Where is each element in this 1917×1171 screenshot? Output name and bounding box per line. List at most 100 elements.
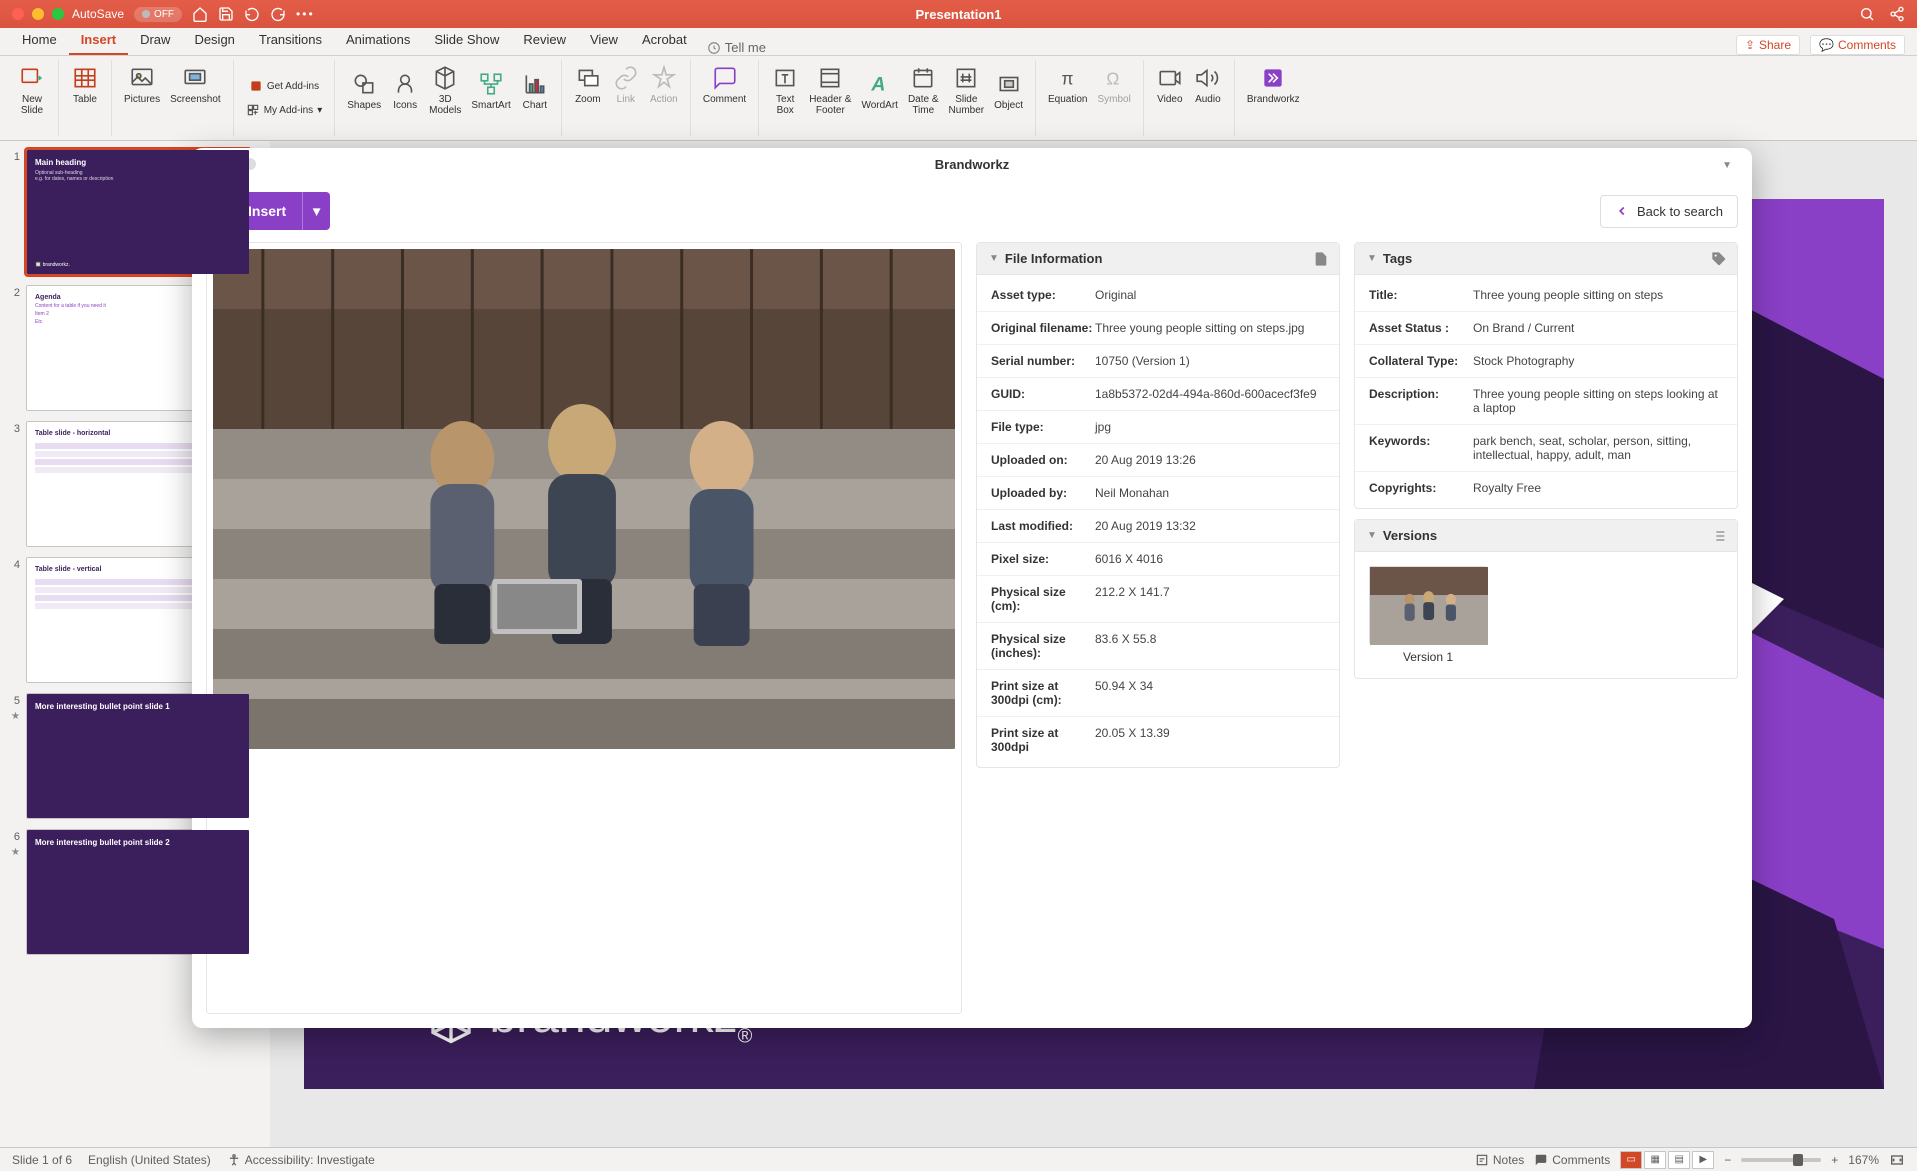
my-addins-button[interactable]: My Add-ins ▾: [242, 101, 327, 119]
equation-button[interactable]: πEquation: [1044, 62, 1091, 107]
video-button[interactable]: Video: [1152, 62, 1188, 107]
slide-count-status[interactable]: Slide 1 of 6: [12, 1153, 72, 1167]
ribbon-tab-slide-show[interactable]: Slide Show: [422, 26, 511, 55]
more-icon[interactable]: •••: [296, 7, 315, 21]
date-time-button[interactable]: Date & Time: [904, 62, 943, 118]
fit-to-window-button[interactable]: [1889, 1152, 1905, 1168]
version-thumbnail[interactable]: Version 1: [1369, 566, 1487, 664]
table-icon: [71, 64, 99, 92]
smartart-button[interactable]: SmartArt: [467, 68, 514, 113]
accessibility-status[interactable]: Accessibility: Investigate: [227, 1153, 375, 1167]
object-icon: [995, 70, 1023, 98]
minimize-window-button[interactable]: [32, 8, 44, 20]
brandworkz-addin-button[interactable]: Brandworkz: [1243, 62, 1304, 107]
home-icon[interactable]: [192, 6, 208, 22]
header-footer-button[interactable]: Header & Footer: [805, 62, 855, 118]
slide-number-button[interactable]: Slide Number: [945, 62, 989, 118]
caret-down-icon: ▼: [1367, 253, 1377, 264]
brandworkz-toolbar: ▼ Insert ▼ Back to search: [192, 180, 1752, 242]
info-value: 212.2 X 141.7: [1095, 585, 1325, 613]
wordart-button[interactable]: AWordArt: [857, 68, 902, 113]
file-info-row: Original filename:Three young people sit…: [977, 312, 1339, 345]
file-info-row: Serial number:10750 (Version 1): [977, 345, 1339, 378]
file-information-header[interactable]: ▼ File Information: [977, 243, 1339, 275]
slide-thumbnail[interactable]: Main headingOptional sub-heading e.g. fo…: [26, 149, 250, 275]
object-button[interactable]: Object: [990, 68, 1027, 113]
comments-status-button[interactable]: Comments: [1534, 1153, 1610, 1167]
undo-icon[interactable]: [244, 6, 260, 22]
tag-row: Keywords:park bench, seat, scholar, pers…: [1355, 425, 1737, 472]
ribbon-tab-review[interactable]: Review: [511, 26, 578, 55]
collapse-caret-icon[interactable]: ▼: [1722, 160, 1732, 171]
zoom-slider[interactable]: [1741, 1158, 1821, 1162]
file-info-row: Physical size (inches):83.6 X 55.8: [977, 623, 1339, 670]
autosave-toggle[interactable]: OFF: [134, 7, 182, 22]
icons-button[interactable]: Icons: [387, 68, 423, 113]
hash-icon: [952, 64, 980, 92]
ribbon-tab-transitions[interactable]: Transitions: [247, 26, 334, 55]
info-label: Print size at 300dpi: [991, 726, 1095, 754]
screenshot-button[interactable]: Screenshot: [166, 62, 225, 107]
reading-view-button[interactable]: ▤: [1668, 1151, 1690, 1169]
info-value: 20 Aug 2019 13:26: [1095, 453, 1325, 467]
maximize-window-button[interactable]: [52, 8, 64, 20]
language-status[interactable]: English (United States): [88, 1153, 211, 1167]
new-slide-icon: [18, 64, 46, 92]
search-icon[interactable]: [1859, 6, 1875, 22]
new-slide-button[interactable]: New Slide: [14, 62, 50, 118]
caret-down-icon: ▼: [1367, 530, 1377, 541]
zoom-percent[interactable]: 167%: [1848, 1153, 1879, 1167]
share-icon[interactable]: [1889, 6, 1905, 22]
svg-text:π: π: [1061, 69, 1073, 89]
ribbon-tab-animations[interactable]: Animations: [334, 26, 422, 55]
share-button[interactable]: ⇪Share: [1736, 35, 1800, 55]
zoom-button[interactable]: Zoom: [570, 62, 606, 107]
ribbon-tab-draw[interactable]: Draw: [128, 26, 182, 55]
zoom-in-button[interactable]: +: [1831, 1153, 1838, 1167]
insert-dropdown-icon[interactable]: ▼: [302, 192, 330, 230]
info-label: Last modified:: [991, 519, 1095, 533]
info-value: 83.6 X 55.8: [1095, 632, 1325, 660]
tag-label: Keywords:: [1369, 434, 1473, 462]
comments-button[interactable]: 💬Comments: [1810, 35, 1905, 55]
brandworkz-titlebar: Brandworkz: [192, 148, 1752, 180]
comment-button[interactable]: Comment: [699, 62, 750, 107]
3d-models-button[interactable]: 3D Models: [425, 62, 465, 118]
table-button[interactable]: Table: [67, 62, 103, 107]
notes-button[interactable]: Notes: [1475, 1153, 1524, 1167]
normal-view-button[interactable]: ▭: [1620, 1151, 1642, 1169]
ribbon-tab-acrobat[interactable]: Acrobat: [630, 26, 699, 55]
slide-thumbnail[interactable]: More interesting bullet point slide 2: [26, 829, 250, 955]
versions-header[interactable]: ▼ Versions: [1355, 520, 1737, 552]
slide-thumbnail[interactable]: More interesting bullet point slide 1: [26, 693, 250, 819]
document-title: Presentation1: [916, 7, 1002, 22]
ribbon-tab-design[interactable]: Design: [182, 26, 246, 55]
audio-button[interactable]: Audio: [1190, 62, 1226, 107]
sorter-view-button[interactable]: ▦: [1644, 1151, 1666, 1169]
asset-preview-image[interactable]: [213, 249, 955, 749]
shapes-button[interactable]: Shapes: [343, 68, 385, 113]
ribbon-tab-view[interactable]: View: [578, 26, 630, 55]
ribbon-tab-insert[interactable]: Insert: [69, 26, 128, 55]
tags-header[interactable]: ▼ Tags: [1355, 243, 1737, 275]
tell-me-search[interactable]: Tell me: [707, 40, 766, 55]
video-icon: [1156, 64, 1184, 92]
link-icon: [612, 64, 640, 92]
redo-icon[interactable]: [270, 6, 286, 22]
asset-preview-card: [206, 242, 962, 1014]
save-icon[interactable]: [218, 6, 234, 22]
pictures-button[interactable]: Pictures: [120, 62, 164, 107]
zoom-out-button[interactable]: −: [1724, 1153, 1731, 1167]
back-to-search-button[interactable]: Back to search: [1600, 195, 1738, 228]
slide-number: 4: [8, 557, 20, 571]
textbox-button[interactable]: Text Box: [767, 62, 803, 118]
slideshow-view-button[interactable]: ▶: [1692, 1151, 1714, 1169]
tag-label: Asset Status :: [1369, 321, 1473, 335]
chart-button[interactable]: Chart: [517, 68, 553, 113]
shapes-icon: [350, 70, 378, 98]
close-window-button[interactable]: [12, 8, 24, 20]
tag-value: Three young people sitting on steps look…: [1473, 387, 1723, 415]
info-label: GUID:: [991, 387, 1095, 401]
ribbon-tab-home[interactable]: Home: [10, 26, 69, 55]
get-addins-button[interactable]: Get Add-ins: [245, 77, 323, 95]
